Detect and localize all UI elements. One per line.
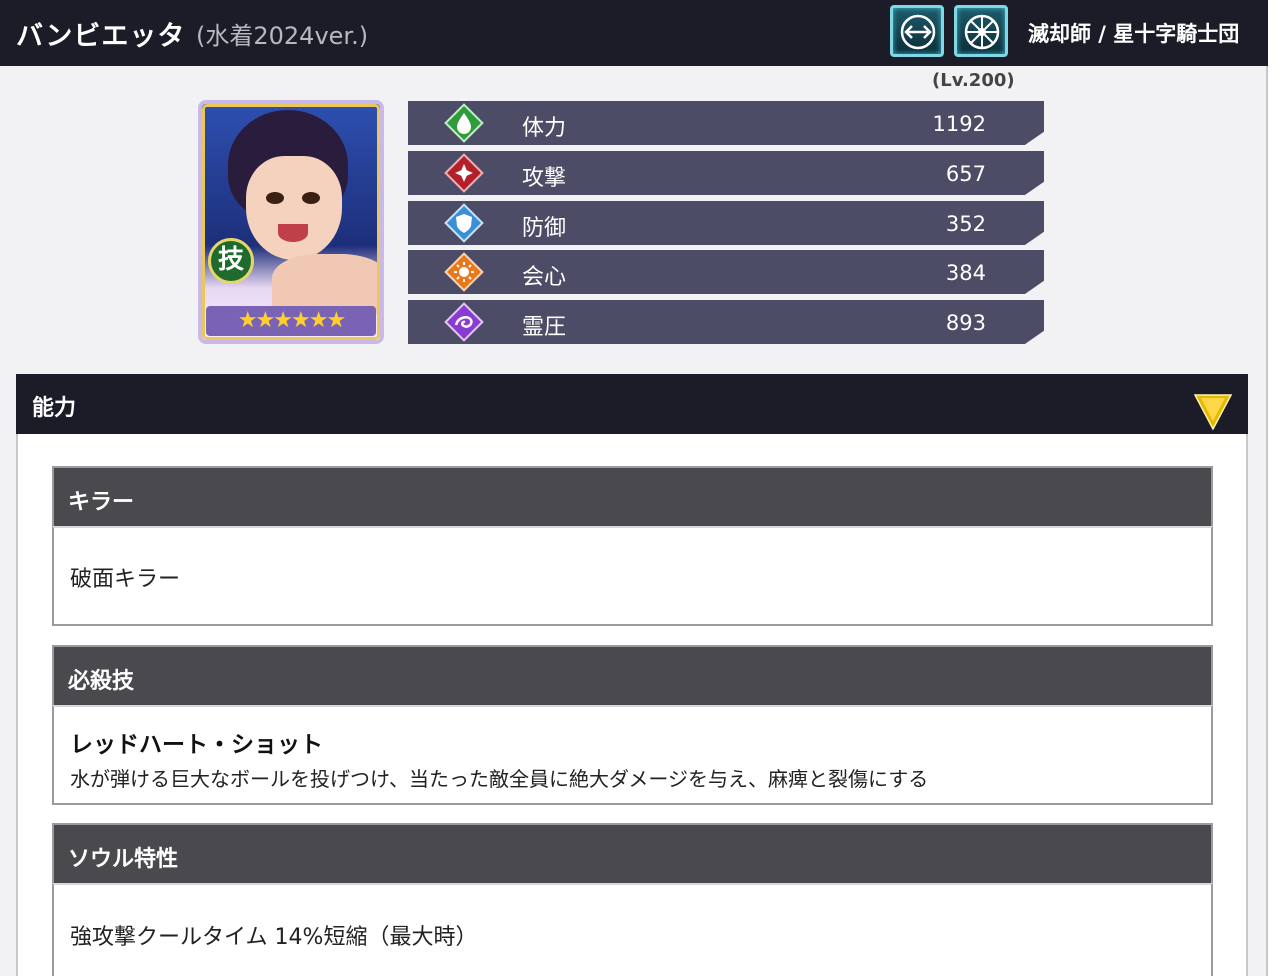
killer-text: 破面キラー [70, 567, 181, 592]
card-content: 破面キラー [52, 526, 1213, 626]
card-heading: ソウル特性 [52, 823, 1213, 883]
hp-drop-icon [442, 102, 486, 144]
portrait-frame [202, 104, 380, 340]
character-variant: (水着2024ver.) [196, 22, 369, 50]
stat-value: 1192 [932, 112, 986, 136]
stat-value: 384 [945, 261, 986, 285]
skill-type-badge: 技 [208, 238, 254, 284]
stat-row-critical: 会心 384 [408, 250, 1044, 294]
stat-label: 霊圧 [522, 315, 567, 340]
special-move-description: 水が弾ける巨大なボールを投げつけ、当たった敵全員に絶大ダメージを与え、麻痺と裂傷… [70, 767, 929, 791]
card-content: レッドハート・ショット 水が弾ける巨大なボールを投げつけ、当たった敵全員に絶大ダ… [52, 705, 1213, 805]
card-content: 強攻撃クールタイム 14%短縮（最大時） [52, 883, 1213, 976]
character-header: バンビエッタ (水着2024ver.) 滅却師 / 星十字騎士団 [0, 0, 1268, 66]
card-heading: キラー [52, 466, 1213, 526]
rarity-stars: ★★★★★★ [206, 306, 376, 336]
special-move-name: レッドハート・ショット [70, 732, 323, 758]
stat-value: 352 [945, 212, 986, 236]
wheel-type-icon [954, 5, 1008, 57]
stat-label: 防御 [522, 216, 567, 241]
critical-sun-icon [442, 251, 486, 293]
soul-trait-card: ソウル特性 強攻撃クールタイム 14%短縮（最大時） [52, 823, 1213, 976]
level-label: (Lv.200) [932, 70, 1015, 91]
stat-label: 会心 [522, 265, 567, 290]
stat-value: 893 [945, 311, 986, 335]
stat-label: 体力 [522, 116, 567, 141]
character-page: バンビエッタ (水着2024ver.) 滅却師 / 星十字騎士団 (Lv.200… [0, 0, 1268, 976]
stat-row-attack: 攻撃 657 [408, 151, 1044, 195]
stat-value: 657 [945, 162, 986, 186]
killer-card: キラー 破面キラー [52, 466, 1213, 626]
bow-type-icon [890, 5, 944, 57]
spirit-pressure-icon [442, 301, 486, 343]
collapse-triangle-icon[interactable] [1193, 394, 1233, 434]
stat-row-spirit: 霊圧 893 [408, 300, 1044, 344]
soul-trait-text: 強攻撃クールタイム 14%短縮（最大時） [70, 925, 478, 950]
card-heading: 必殺技 [52, 645, 1213, 705]
defense-shield-icon [442, 202, 486, 244]
ability-section-header[interactable]: 能力 [16, 374, 1248, 434]
character-name: バンビエッタ [16, 21, 186, 52]
faction-label: 滅却師 / 星十字騎士団 [1028, 22, 1240, 46]
stat-row-defense: 防御 352 [408, 201, 1044, 245]
attack-icon [442, 152, 486, 194]
special-move-card: 必殺技 レッドハート・ショット 水が弾ける巨大なボールを投げつけ、当たった敵全員… [52, 645, 1213, 805]
stat-row-hp: 体力 1192 [408, 101, 1044, 145]
ability-section-title: 能力 [32, 396, 77, 421]
character-portrait[interactable]: 技 ★★★★★★ [198, 100, 384, 344]
stat-label: 攻撃 [522, 166, 567, 191]
